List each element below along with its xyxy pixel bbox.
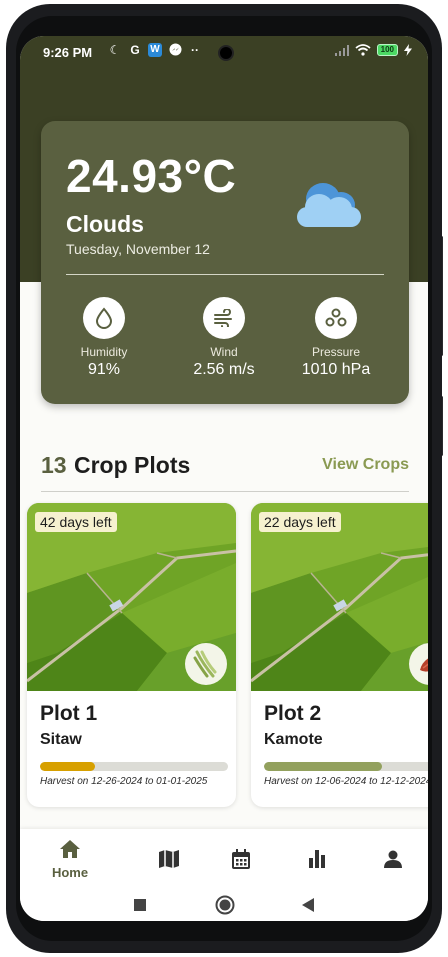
home-icon: [60, 840, 80, 858]
crop-name: Kamote: [264, 731, 323, 748]
phone-frame: 9:26 PM ☾ G W ·· 100 24.93°C Clouds Tues…: [6, 4, 442, 953]
chart-icon: [309, 850, 325, 868]
wind-icon: [203, 297, 245, 339]
calendar-icon: [232, 849, 250, 869]
nav-home[interactable]: Home: [40, 839, 100, 880]
system-status-icons: 100: [334, 44, 412, 56]
nav-home-label: Home: [51, 865, 89, 880]
status-bar: 9:26 PM ☾ G W ·· 100: [20, 36, 428, 68]
pressure-metric: Pressure 1010 hPa: [281, 297, 391, 379]
messenger-icon: [168, 43, 182, 57]
map-icon: [159, 850, 179, 868]
google-icon: G: [130, 43, 140, 57]
phone-bezel: 9:26 PM ☾ G W ·· 100 24.93°C Clouds Tues…: [16, 16, 432, 941]
front-camera: [218, 45, 234, 61]
harvest-progress-bar: [264, 762, 428, 771]
battery-icon: 100: [376, 44, 398, 56]
plot-card[interactable]: 22 days left Plot 2 Kamote Harvest on 12…: [251, 503, 428, 807]
weather-condition: Clouds: [66, 211, 144, 237]
humidity-metric: Humidity 91%: [49, 297, 159, 379]
plot-count: 13: [41, 452, 67, 478]
harvest-dates: Harvest on 12-26-2024 to 01-01-2025: [40, 776, 208, 787]
signal-icon: [334, 44, 349, 56]
harvest-progress-bar: [40, 762, 228, 771]
back-button[interactable]: [302, 898, 314, 912]
humidity-value: 91%: [87, 361, 121, 378]
harvest-dates: Harvest on 12-06-2024 to 12-12-2024: [264, 776, 428, 787]
bottom-navigation: Home: [20, 829, 428, 889]
view-crops-link[interactable]: View Crops: [322, 456, 409, 474]
weather-divider: [66, 274, 384, 275]
crop-name: Sitaw: [40, 731, 82, 748]
wind-value: 2.56 m/s: [193, 361, 255, 378]
plot-card[interactable]: 42 days left Plot 1 Sitaw Harvest on 12-…: [27, 503, 236, 807]
plot-name: Plot 2: [264, 702, 322, 725]
days-left-badge: 42 days left: [35, 512, 117, 532]
nav-profile[interactable]: [363, 850, 423, 873]
profile-icon: [384, 850, 402, 868]
harvest-progress-fill: [40, 762, 95, 771]
pressure-icon: [315, 297, 357, 339]
humidity-label: Humidity: [80, 345, 128, 359]
days-left-badge: 22 days left: [259, 512, 341, 532]
wifi-icon: [355, 44, 371, 56]
pressure-label: Pressure: [311, 345, 361, 359]
weather-date: Tuesday, November 12: [66, 241, 210, 257]
section-divider: [41, 491, 409, 492]
pressure-value: 1010 hPa: [301, 361, 371, 378]
nav-calendar[interactable]: [211, 849, 271, 875]
wind-label: Wind: [210, 345, 238, 359]
system-navigation: [20, 889, 428, 921]
charging-icon: [404, 44, 412, 56]
more-dots-icon: ··: [191, 43, 199, 57]
app-screen: 9:26 PM ☾ G W ·· 100 24.93°C Clouds Tues…: [20, 36, 428, 921]
home-button[interactable]: [215, 895, 235, 915]
w-app-icon: W: [148, 43, 162, 57]
cloud-icon: [297, 183, 361, 227]
status-time: 9:26 PM: [43, 45, 93, 60]
notification-icons: ☾ G W ··: [108, 43, 202, 57]
temperature: 24.93°C: [66, 150, 237, 202]
wind-metric: Wind 2.56 m/s: [169, 297, 279, 379]
plot-name: Plot 1: [40, 702, 98, 725]
nav-map[interactable]: [139, 849, 199, 874]
weather-card[interactable]: 24.93°C Clouds Tuesday, November 12 Humi…: [41, 121, 409, 404]
droplet-icon: [83, 297, 125, 339]
sitaw-icon: [185, 643, 227, 685]
crop-plots-header: 13 Crop Plots View Crops: [41, 448, 409, 484]
harvest-progress-fill: [264, 762, 383, 771]
section-title: Crop Plots: [74, 452, 191, 478]
recents-button[interactable]: [134, 899, 146, 911]
moon-icon: ☾: [109, 43, 121, 57]
nav-stats[interactable]: [287, 850, 347, 873]
